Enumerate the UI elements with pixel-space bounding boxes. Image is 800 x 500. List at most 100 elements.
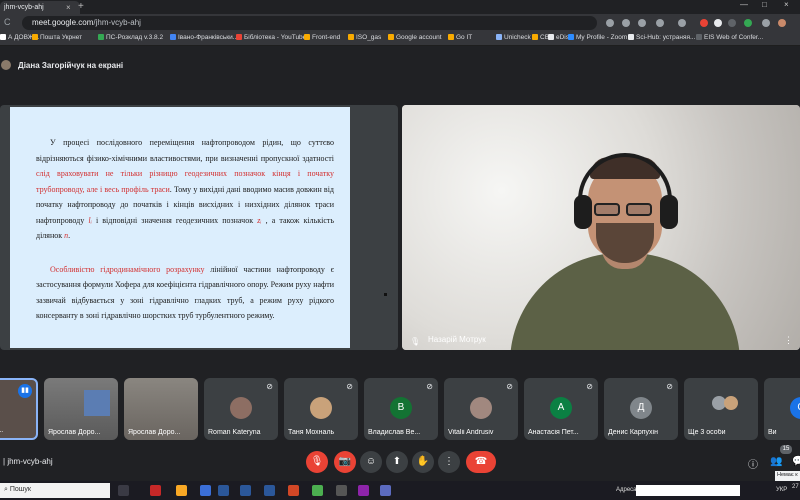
participant-tile[interactable]: Ярослав Доро... (124, 378, 198, 440)
bookmark-item[interactable]: EIS Web of Confer... (696, 34, 763, 41)
participant-tile[interactable]: ⊘ Таня Мохналь (284, 378, 358, 440)
language-indicator[interactable]: УКР (776, 487, 787, 493)
bookmark-item[interactable]: My Profile - Zoom (568, 34, 627, 41)
info-icon[interactable]: ⓘ (748, 456, 758, 471)
address-bar[interactable]: meet.google.com/jhm-vcyb-ahj (22, 16, 597, 30)
meeting-controls: | jhm-vcyb-ahj 🎙 📷 ☺ ⬆ ✋ ⋮ ☎ ⓘ 👥 💬 (0, 450, 800, 476)
bookmark-item[interactable]: Івано-Франківськи... (170, 34, 238, 41)
word-icon[interactable] (264, 485, 275, 496)
app-icon[interactable] (336, 485, 347, 496)
word-icon[interactable] (218, 485, 229, 496)
slide-paragraph-2: Особливістю гідродинамічного розрахунку … (36, 262, 334, 324)
file-explorer-icon[interactable] (176, 485, 187, 496)
bookmark-item[interactable]: Бібліотека - YouTube (236, 34, 306, 41)
profile-avatar[interactable] (778, 19, 786, 27)
participant-tile[interactable]: ⊘ Roman Kateryna (204, 378, 278, 440)
bookmark-star-icon[interactable] (656, 19, 664, 27)
bookmark-item[interactable]: Go IT (448, 34, 472, 41)
participant-name: Таня Мохналь (288, 429, 335, 436)
bookmark-item[interactable]: ПС-Розклад v.3.8.2 (98, 34, 163, 41)
participant-name: Ярослав Доро... (128, 429, 181, 436)
avatar: В (390, 397, 412, 419)
powerpoint-icon[interactable] (288, 485, 299, 496)
emoji-button[interactable]: ☺ (360, 451, 382, 473)
slide-text: і відповідні значення геодезичних познач… (91, 215, 258, 225)
extension-icon[interactable] (622, 19, 630, 27)
participant-tile[interactable]: Ярослав Доро... (44, 378, 118, 440)
tooltip: Немає к (775, 471, 800, 481)
chat-icon[interactable]: 💬 (792, 456, 800, 467)
extension-icon[interactable] (744, 19, 752, 27)
taskbar-search[interactable]: ⌕ Пошук (0, 483, 110, 498)
participant-tile[interactable]: Д ⊘ Денис Карпухін (604, 378, 678, 440)
camera-toggle-button[interactable]: 📷 (334, 451, 356, 473)
clock[interactable]: 27 (792, 484, 799, 490)
teams-icon[interactable] (380, 485, 391, 496)
people-icon[interactable]: 👥 (770, 456, 782, 467)
bookmark-favicon-icon (532, 34, 538, 40)
more-options-button[interactable]: ⋮ (438, 451, 460, 473)
mic-off-icon: ⊘ (266, 382, 273, 391)
word-icon[interactable] (240, 485, 251, 496)
minimize-icon[interactable]: — (740, 0, 748, 9)
participant-name: Денис Карпухін (608, 429, 658, 436)
tab-meet[interactable]: jhm-vcyb-ahj × (0, 1, 80, 14)
mic-toggle-button[interactable]: 🎙 (306, 451, 328, 473)
raise-hand-button[interactable]: ✋ (412, 451, 434, 473)
bookmark-favicon-icon (170, 34, 176, 40)
extension-icon[interactable] (728, 19, 736, 27)
extension-icon[interactable] (678, 19, 686, 27)
chrome-icon[interactable] (312, 485, 323, 496)
avatar (470, 397, 492, 419)
reload-icon[interactable]: C (4, 17, 11, 27)
participant-tile[interactable]: В ⊘ Владислав Ве... (364, 378, 438, 440)
puzzle-icon[interactable] (762, 19, 770, 27)
bookmark-item[interactable]: Sci-Hub: устраняя... (628, 34, 695, 41)
participant-tile[interactable]: А ⊘ Анастасія Пет... (524, 378, 598, 440)
participant-tile[interactable]: С⊘Ви (764, 378, 800, 440)
bookmark-item[interactable]: Пошта Укрнет (32, 34, 82, 41)
bookmark-favicon-icon (696, 34, 702, 40)
maximize-icon[interactable]: □ (762, 0, 767, 9)
mic-off-icon: ⊘ (506, 382, 513, 391)
bookmark-label: Unicheck (504, 34, 531, 41)
bookmark-item[interactable]: Google account (388, 34, 442, 41)
participant-name: Ви (768, 429, 777, 436)
mic-off-icon: ⊘ (426, 382, 433, 391)
bookmark-item[interactable]: ISO_gas (348, 34, 381, 41)
pdf-app-icon[interactable] (150, 485, 161, 496)
bookmark-favicon-icon (548, 34, 554, 40)
bookmark-favicon-icon (348, 34, 354, 40)
address-toolbar-input[interactable] (636, 485, 740, 496)
bookmark-label: Івано-Франківськи... (178, 34, 239, 41)
slide-text: У процесі послідовного переміщення нафто… (36, 138, 334, 163)
meet-header: Діана Загорійчук на екрані (0, 55, 800, 77)
participant-tile[interactable]: ⊘ Vitalii Andrusiv (444, 378, 518, 440)
participants-strip: ▮▮ Загорійч... Ярослав Доро... Ярослав Доро… (0, 378, 800, 440)
bookmark-item[interactable]: Front-end (304, 34, 340, 41)
bookmark-favicon-icon (304, 34, 310, 40)
bookmark-item[interactable]: Unicheck (496, 34, 531, 41)
extension-icon[interactable] (714, 19, 722, 27)
bookmark-label: Go IT (456, 34, 473, 41)
participant-tile[interactable]: Ще 3 особи (684, 378, 758, 440)
viber-icon[interactable] (358, 485, 369, 496)
bookmark-label: EIS Web of Confer... (704, 34, 764, 41)
close-window-icon[interactable]: × (784, 0, 789, 9)
speaker-video-tile[interactable]: 🎙 Назарій Мотрук ⋮ (402, 105, 800, 350)
extension-icon[interactable] (700, 19, 708, 27)
hangup-button[interactable]: ☎ (466, 451, 496, 473)
more-options-icon[interactable]: ⋮ (784, 335, 793, 346)
extension-icon[interactable] (606, 19, 614, 27)
tab-close-icon[interactable]: × (66, 3, 71, 12)
present-button[interactable]: ⬆ (386, 451, 408, 473)
participant-tile[interactable]: ▮▮ Загорійч... (0, 378, 38, 440)
bookmark-favicon-icon (448, 34, 454, 40)
bookmark-label: Бібліотека - YouTube (244, 34, 307, 41)
bookmark-favicon-icon (628, 34, 634, 40)
mail-icon[interactable] (200, 485, 211, 496)
share-icon[interactable] (638, 19, 646, 27)
task-view-icon[interactable] (118, 485, 129, 496)
presentation-tile[interactable]: У процесі послідовного переміщення нафто… (0, 105, 398, 350)
new-tab-button[interactable]: + (78, 1, 84, 12)
